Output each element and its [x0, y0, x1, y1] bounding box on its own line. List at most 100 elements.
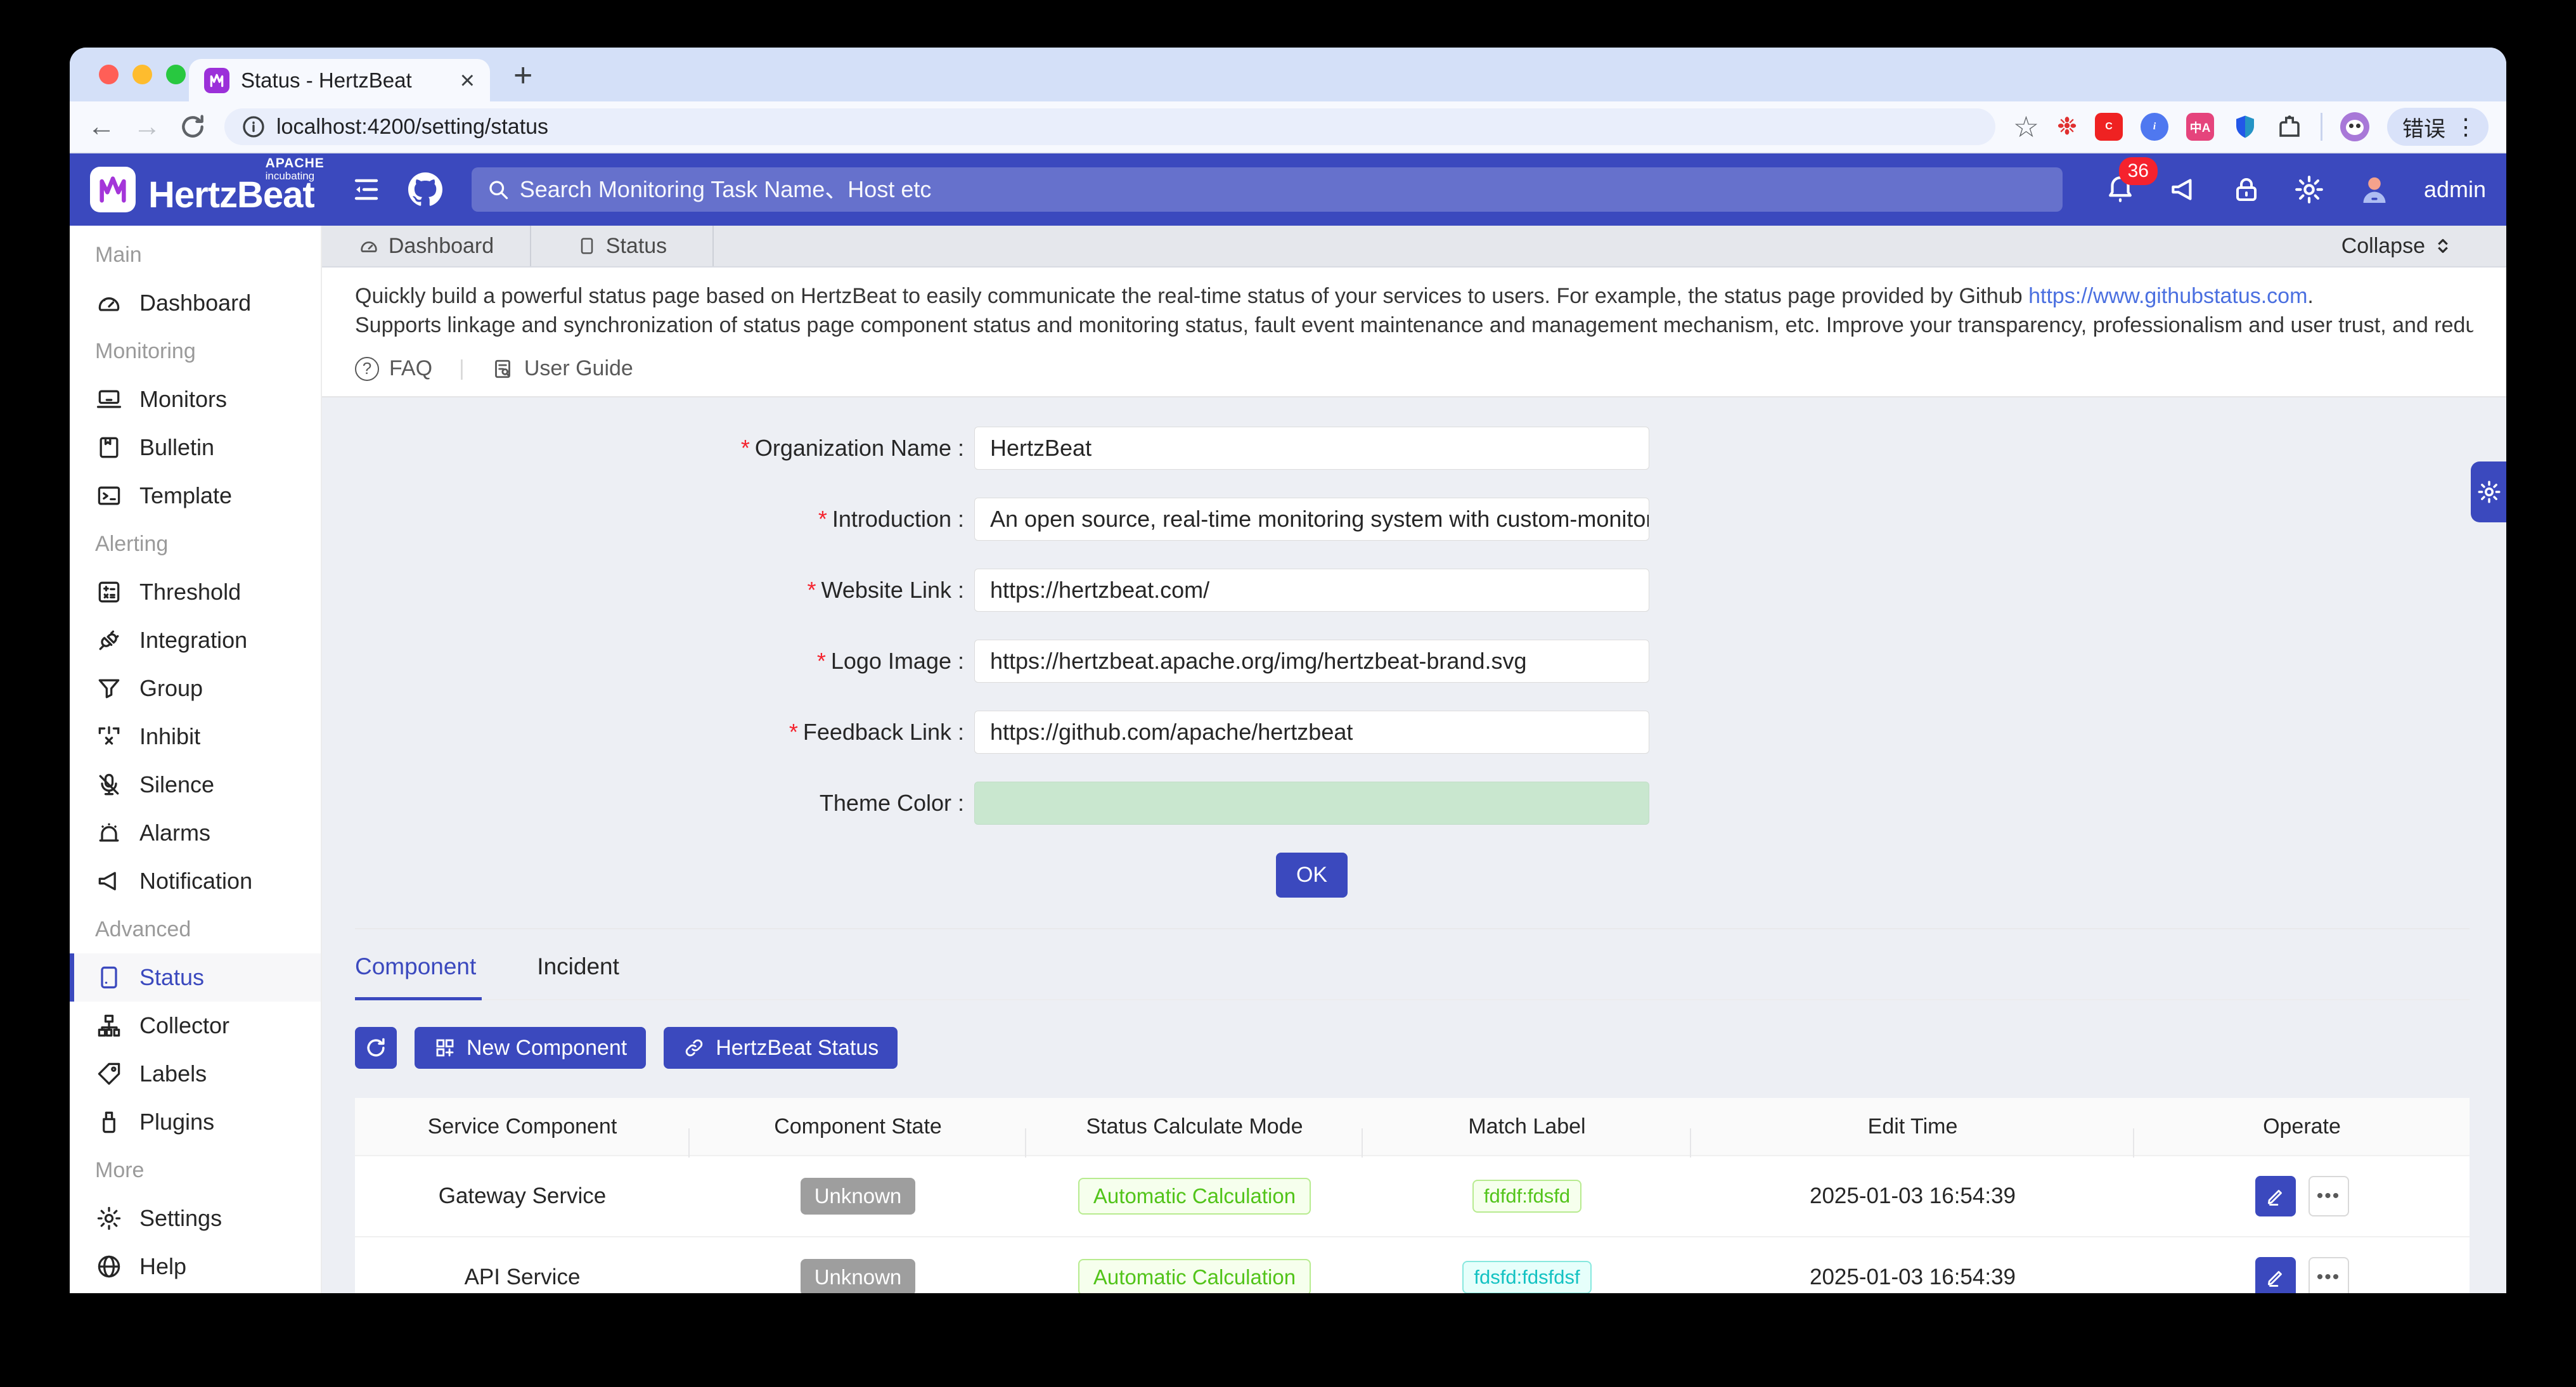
- sidebar-item-silence[interactable]: Silence: [70, 761, 321, 809]
- reload-icon[interactable]: [179, 113, 207, 141]
- github-icon[interactable]: [408, 172, 442, 207]
- more-actions-button[interactable]: •••: [2309, 1257, 2349, 1293]
- lock-icon[interactable]: [2231, 174, 2262, 205]
- edit-time: 2025-01-03 16:54:39: [1691, 1184, 2134, 1209]
- tab-incident[interactable]: Incident: [537, 953, 619, 980]
- githubstatus-link[interactable]: https://www.githubstatus.com: [2028, 284, 2307, 308]
- sidebar-item-dashboard[interactable]: Dashboard: [70, 279, 321, 327]
- kebab-menu-icon[interactable]: ⋮: [2454, 113, 2477, 140]
- menu-fold-icon[interactable]: [351, 174, 382, 205]
- faq-link[interactable]: FAQ: [389, 356, 432, 381]
- sidebar-item-labels[interactable]: Labels: [70, 1050, 321, 1098]
- sidebar-item-help[interactable]: Help: [70, 1242, 321, 1291]
- profile-avatar[interactable]: [2340, 112, 2369, 141]
- service-name: Gateway Service: [355, 1184, 690, 1209]
- logo-image-input[interactable]: https://hertzbeat.apache.org/img/hertzbe…: [974, 640, 1649, 683]
- username-label[interactable]: admin: [2424, 176, 2486, 203]
- feedback-link-input[interactable]: https://github.com/apache/hertzbeat: [974, 711, 1649, 754]
- apache-incubating-label: APACHE incubating: [266, 157, 325, 182]
- main-content: Dashboard Status Collapse Quickly build …: [322, 226, 2506, 1293]
- ok-button[interactable]: OK: [1276, 853, 1348, 898]
- extension-assistant-icon[interactable]: i: [2141, 113, 2168, 141]
- sidebar-item-monitors[interactable]: Monitors: [70, 375, 321, 423]
- search-input[interactable]: [520, 176, 2047, 203]
- user-avatar[interactable]: [2357, 172, 2392, 207]
- threshold-icon: [95, 578, 123, 606]
- organization-name-input[interactable]: HertzBeat: [974, 427, 1649, 470]
- notifications-bell[interactable]: 36: [2104, 172, 2136, 207]
- section-divider: [355, 928, 2470, 929]
- hertzbeat-status-button[interactable]: HertzBeat Status: [664, 1027, 898, 1069]
- new-component-button[interactable]: New Component: [415, 1027, 646, 1069]
- intro-line-2: Supports linkage and synchronization of …: [355, 311, 2473, 340]
- float-settings-button[interactable]: [2471, 461, 2506, 522]
- tab-component[interactable]: Component: [355, 953, 476, 980]
- route-tab-dashboard[interactable]: Dashboard: [322, 226, 531, 266]
- bookmark-star-icon[interactable]: ☆: [2013, 112, 2039, 141]
- tab-close-icon[interactable]: ×: [460, 68, 475, 93]
- new-tab-button[interactable]: +: [513, 56, 532, 94]
- sidebar-item-threshold[interactable]: Threshold: [70, 568, 321, 616]
- translate-extension-icon[interactable]: 中A: [2186, 113, 2214, 141]
- sidebar-item-collector[interactable]: Collector: [70, 1002, 321, 1050]
- refresh-button[interactable]: [355, 1027, 397, 1069]
- sidebar-section-more: More: [70, 1146, 321, 1194]
- address-bar[interactable]: localhost:4200/setting/status: [224, 108, 1995, 145]
- extension-c-icon[interactable]: C: [2095, 113, 2123, 141]
- shield-extension-icon[interactable]: [2232, 113, 2258, 140]
- table-header: Service Component Component State Status…: [355, 1098, 2470, 1155]
- sidebar-item-integration[interactable]: Integration: [70, 616, 321, 664]
- search-icon: [487, 178, 510, 201]
- status-settings-form: *Organization Name : HertzBeat *Introduc…: [322, 397, 2506, 929]
- collector-icon: [95, 1012, 123, 1040]
- introduction-input[interactable]: An open source, real-time monitoring sys…: [974, 498, 1649, 541]
- faq-icon: ?: [355, 357, 379, 381]
- extension-icons: ❉ C i 中A 错误 ⋮: [2057, 108, 2489, 146]
- maximize-window-button[interactable]: [166, 65, 186, 84]
- required-mark: *: [741, 435, 750, 461]
- state-badge: Unknown: [801, 1178, 916, 1215]
- site-info-icon[interactable]: [241, 114, 266, 139]
- back-icon[interactable]: ←: [87, 113, 115, 141]
- sidebar-item-alarms[interactable]: Alarms: [70, 809, 321, 857]
- calc-mode-badge: Automatic Calculation: [1078, 1178, 1311, 1215]
- minimize-window-button[interactable]: [132, 65, 152, 84]
- sidebar-section-alerting: Alerting: [70, 520, 321, 568]
- close-window-button[interactable]: [99, 65, 119, 84]
- notification-count-badge: 36: [2119, 157, 2158, 185]
- url-text[interactable]: localhost:4200/setting/status: [276, 115, 548, 139]
- sidebar-item-settings[interactable]: Settings: [70, 1194, 321, 1242]
- website-link-input[interactable]: https://hertzbeat.com/: [974, 569, 1649, 612]
- edit-button[interactable]: [2255, 1257, 2296, 1293]
- hertzbeat-logo[interactable]: [90, 167, 136, 212]
- extensions-puzzle-icon[interactable]: [2276, 113, 2303, 140]
- sidebar-item-inhibit[interactable]: Inhibit: [70, 713, 321, 761]
- forward-icon[interactable]: →: [133, 113, 161, 141]
- refresh-icon: [364, 1036, 388, 1060]
- route-tab-status[interactable]: Status: [531, 226, 714, 266]
- sidebar-item-bulletin[interactable]: Bulletin: [70, 423, 321, 472]
- required-mark: *: [808, 577, 816, 603]
- monitors-icon: [95, 385, 123, 413]
- sidebar-item-status[interactable]: Status: [70, 953, 321, 1002]
- browser-tab[interactable]: Status - HertzBeat ×: [189, 59, 490, 101]
- window-controls[interactable]: [99, 65, 186, 84]
- edit-pen-icon: [2265, 1185, 2286, 1207]
- collapse-toggle[interactable]: Collapse: [2341, 226, 2453, 266]
- sidebar-item-group[interactable]: Group: [70, 664, 321, 713]
- announcement-icon[interactable]: [2168, 174, 2199, 205]
- extension-confetti-icon[interactable]: ❉: [2057, 115, 2077, 139]
- user-guide-link[interactable]: User Guide: [524, 356, 633, 381]
- more-actions-button[interactable]: •••: [2309, 1176, 2349, 1216]
- gear-icon[interactable]: [2293, 174, 2325, 205]
- sidebar-item-notification[interactable]: Notification: [70, 857, 321, 905]
- sidebar-item-plugins[interactable]: Plugins: [70, 1098, 321, 1146]
- browser-menu[interactable]: 错误 ⋮: [2387, 108, 2489, 146]
- global-search[interactable]: [472, 167, 2063, 212]
- edit-button[interactable]: [2255, 1176, 2296, 1216]
- sidebar-item-template[interactable]: Template: [70, 472, 321, 520]
- theme-color-input[interactable]: [974, 782, 1649, 825]
- new-component-icon: [434, 1036, 456, 1059]
- status-tab-icon: [577, 236, 597, 256]
- browser-toolbar: ← → localhost:4200/setting/status ☆ ❉ C …: [70, 101, 2506, 153]
